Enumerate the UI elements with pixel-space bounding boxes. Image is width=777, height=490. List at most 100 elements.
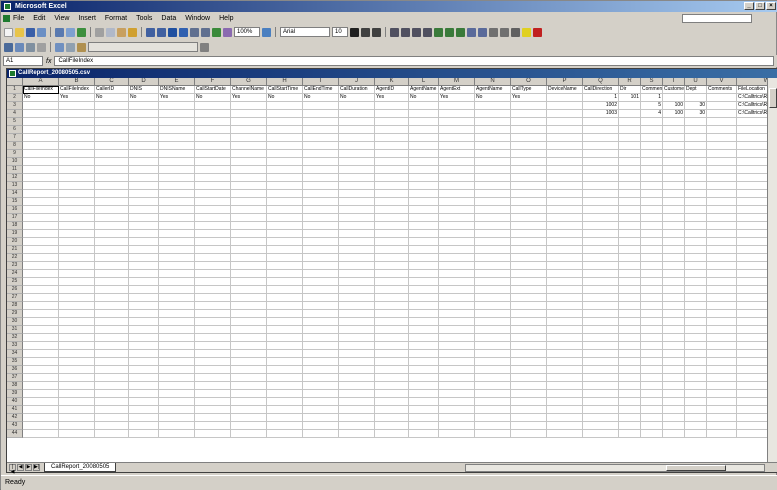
grid-cell[interactable] — [267, 286, 303, 294]
grid-cell[interactable] — [95, 406, 129, 414]
grid-cell[interactable] — [23, 382, 59, 390]
grid-cell[interactable] — [59, 102, 95, 110]
grid-cell[interactable] — [641, 310, 663, 318]
grid-cell[interactable] — [95, 206, 129, 214]
grid-cell[interactable] — [737, 214, 769, 222]
grid-cell[interactable] — [303, 238, 339, 246]
grid-cell[interactable] — [375, 406, 409, 414]
grid-cell[interactable] — [641, 406, 663, 414]
formula-input[interactable]: CallFileIndex — [54, 56, 774, 66]
grid-cell[interactable] — [641, 134, 663, 142]
menu-tools[interactable]: Tools — [136, 15, 152, 22]
grid-cell[interactable] — [641, 246, 663, 254]
row-header[interactable]: 16 — [7, 206, 23, 214]
grid-cell[interactable] — [685, 222, 707, 230]
percent-icon[interactable] — [445, 27, 454, 37]
grid-cell[interactable] — [511, 262, 547, 270]
grid-cell[interactable] — [159, 270, 195, 278]
grid-cell[interactable] — [23, 142, 59, 150]
column-header[interactable]: N — [475, 78, 511, 86]
align-center-icon[interactable] — [401, 27, 410, 37]
grid-cell[interactable] — [685, 278, 707, 286]
grid-cell[interactable] — [23, 150, 59, 158]
grid-cell[interactable] — [547, 118, 583, 126]
grid-cell[interactable] — [663, 398, 685, 406]
grid-cell[interactable] — [267, 102, 303, 110]
grid-cell[interactable] — [547, 214, 583, 222]
grid-cell[interactable] — [339, 262, 375, 270]
grid-cell[interactable] — [511, 150, 547, 158]
grid-cell[interactable] — [475, 310, 511, 318]
grid-cell[interactable] — [129, 310, 159, 318]
grid-cell[interactable] — [619, 222, 641, 230]
grid-cell[interactable] — [641, 198, 663, 206]
grid-cell[interactable] — [159, 422, 195, 430]
grid-cell[interactable] — [303, 230, 339, 238]
grid-cell[interactable] — [95, 414, 129, 422]
grid-cell[interactable] — [641, 214, 663, 222]
row-header[interactable]: 3 — [7, 102, 23, 110]
grid-cell[interactable] — [23, 222, 59, 230]
column-header[interactable]: U — [685, 78, 707, 86]
grid-cell[interactable] — [159, 142, 195, 150]
grid-cell[interactable] — [475, 374, 511, 382]
row-header[interactable]: 26 — [7, 286, 23, 294]
grid-cell[interactable] — [641, 398, 663, 406]
grid-cell[interactable] — [547, 302, 583, 310]
comma-style-icon[interactable] — [456, 27, 465, 37]
grid-cell[interactable] — [339, 126, 375, 134]
grid-cell[interactable] — [159, 238, 195, 246]
grid-cell[interactable] — [195, 182, 231, 190]
name-box[interactable]: A1 — [3, 56, 43, 66]
grid-cell[interactable] — [547, 398, 583, 406]
fill-color-icon[interactable] — [522, 27, 531, 37]
grid-cell[interactable] — [159, 230, 195, 238]
row-header[interactable]: 10 — [7, 158, 23, 166]
grid-cell[interactable]: DNIS — [129, 86, 159, 94]
end-review-icon[interactable] — [200, 42, 209, 52]
grid-cell[interactable] — [707, 126, 737, 134]
grid-cell[interactable] — [195, 222, 231, 230]
grid-cell[interactable]: Comment — [641, 86, 663, 94]
grid-cell[interactable] — [267, 182, 303, 190]
grid-cell[interactable] — [129, 214, 159, 222]
grid-cell[interactable] — [547, 174, 583, 182]
grid-cell[interactable] — [95, 190, 129, 198]
grid-cell[interactable] — [159, 262, 195, 270]
grid-cell[interactable] — [409, 214, 439, 222]
grid-cell[interactable] — [59, 222, 95, 230]
grid-cell[interactable] — [641, 414, 663, 422]
grid-cell[interactable] — [409, 206, 439, 214]
grid-cell[interactable] — [663, 206, 685, 214]
first-sheet-button[interactable]: |◀ — [9, 464, 16, 475]
merge-center-icon[interactable] — [423, 27, 432, 37]
grid-cell[interactable] — [303, 374, 339, 382]
grid-cell[interactable] — [737, 230, 769, 238]
grid-cell[interactable] — [375, 382, 409, 390]
grid-cell[interactable] — [583, 166, 619, 174]
grid-cell[interactable]: AgentName — [409, 86, 439, 94]
grid-cell[interactable] — [663, 150, 685, 158]
grid-cell[interactable] — [685, 238, 707, 246]
grid-cell[interactable] — [23, 366, 59, 374]
column-header[interactable]: L — [409, 78, 439, 86]
grid-cell[interactable] — [339, 358, 375, 366]
grid-cell[interactable] — [23, 358, 59, 366]
grid-cell[interactable] — [409, 190, 439, 198]
grid-cell[interactable] — [159, 334, 195, 342]
grid-cell[interactable] — [663, 238, 685, 246]
grid-cell[interactable] — [267, 254, 303, 262]
grid-cell[interactable] — [129, 110, 159, 118]
grid-cell[interactable] — [23, 270, 59, 278]
grid-cell[interactable] — [547, 422, 583, 430]
grid-cell[interactable] — [231, 358, 267, 366]
decrease-indent-icon[interactable] — [489, 27, 498, 37]
grid-cell[interactable] — [641, 422, 663, 430]
grid-cell[interactable] — [267, 238, 303, 246]
grid-cell[interactable] — [737, 246, 769, 254]
grid-cell[interactable] — [59, 190, 95, 198]
grid-cell[interactable] — [439, 358, 475, 366]
grid-cell[interactable] — [583, 382, 619, 390]
grid-cell[interactable] — [641, 174, 663, 182]
grid-cell[interactable] — [663, 166, 685, 174]
